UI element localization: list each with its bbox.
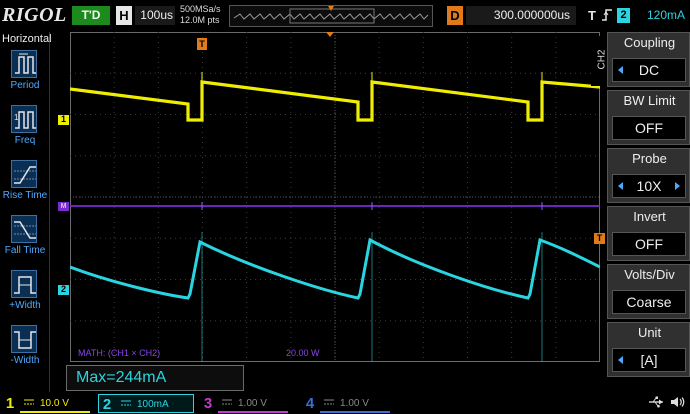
probe-menu-item[interactable]: Probe 10X [607, 148, 690, 203]
unit-value-text: [A] [640, 352, 658, 368]
horizontal-measure-menu: Horizontal Period 1 Freq Rise Time Fall … [0, 32, 52, 392]
math-offset-marker[interactable]: M [58, 202, 69, 211]
ch1-offset-marker[interactable]: 1 [58, 115, 69, 125]
ch2-offset-marker[interactable]: 2 [58, 285, 69, 295]
measure-freq-button[interactable]: 1 Freq [0, 105, 50, 160]
measure-positive-width-label: +Width [9, 300, 41, 311]
svg-text:1: 1 [14, 113, 19, 122]
trigger-level-marker[interactable]: T [594, 233, 605, 244]
usb-icon [649, 396, 663, 408]
measure-fall-time-button[interactable]: Fall Time [0, 215, 50, 270]
bw-limit-menu-item[interactable]: BW Limit OFF [607, 90, 690, 145]
channel-settings-menu: Coupling DC BW Limit OFF Probe 10X Inver… [607, 32, 690, 382]
trigger-source-badge[interactable]: 2 [617, 8, 630, 23]
unit-title: Unit [637, 325, 662, 340]
memory-overview-waveform [230, 6, 432, 26]
unit-value: [A] [612, 348, 686, 372]
measurement-readout[interactable]: Max=244mA [66, 365, 244, 391]
coupling-title: Coupling [623, 35, 676, 50]
measure-period-label: Period [10, 80, 40, 91]
arrow-left-icon [618, 356, 623, 364]
arrow-right-icon [675, 182, 680, 190]
trigger-level-value[interactable]: 120mA [635, 6, 685, 25]
invert-value-text: OFF [635, 236, 663, 252]
ch1-number: 1 [5, 395, 15, 412]
ch3-underline [218, 411, 288, 413]
trigger-key: T [588, 8, 596, 23]
math-scale-label: 20.00 W [286, 348, 320, 358]
ch1-scale: 10.0 V [40, 398, 69, 409]
probe-title: Probe [632, 151, 667, 166]
horizontal-offset-value[interactable]: 300.000000us [466, 6, 576, 25]
invert-value: OFF [612, 232, 686, 256]
ch4-number: 4 [305, 395, 315, 412]
measure-negative-width-button[interactable]: -Width [0, 325, 50, 380]
unit-menu-item[interactable]: Unit [A] [607, 322, 690, 377]
measure-negative-width-label: -Width [10, 355, 40, 366]
ch4-status[interactable]: 4 1.00 V [302, 394, 392, 413]
trigger-position-marker[interactable]: T [197, 38, 207, 50]
positive-width-icon [11, 270, 37, 298]
ch3-number: 3 [203, 395, 213, 412]
graticule [70, 32, 600, 362]
negative-width-icon [11, 325, 37, 353]
volts-div-title: Volts/Div [624, 267, 675, 282]
fall-time-icon [11, 215, 37, 243]
bw-limit-title: BW Limit [623, 93, 676, 108]
menu-title: Horizontal [2, 33, 52, 45]
memory-overview-bar[interactable] [229, 5, 433, 27]
volts-div-value: Coarse [612, 290, 686, 314]
invert-menu-item[interactable]: Invert OFF [607, 206, 690, 261]
channel-menu-tab: CH2 [591, 36, 608, 86]
volts-div-value-text: Coarse [626, 294, 672, 310]
ch2-scale: 100mA [137, 399, 169, 410]
invert-title: Invert [633, 209, 666, 224]
timebase-value[interactable]: 100us [135, 6, 175, 25]
brand-logo: RIGOL [2, 4, 67, 26]
ch3-scale: 1.00 V [238, 398, 267, 409]
acquisition-info: 500MSa/s 12.0M pts [180, 4, 221, 26]
period-icon [11, 50, 37, 78]
speaker-icon[interactable] [670, 395, 686, 409]
coupling-value-text: DC [638, 62, 660, 78]
ch1-status[interactable]: 1 10.0 V [2, 394, 92, 413]
bw-limit-value-text: OFF [635, 120, 663, 136]
probe-value-text: 10X [636, 178, 662, 194]
measure-rise-time-button[interactable]: Rise Time [0, 160, 50, 215]
top-status-bar: RIGOL T'D H 100us 500MSa/s 12.0M pts D 3… [0, 0, 690, 32]
math-expression-label: MATH: (CH1 × CH2) [78, 348, 161, 358]
sample-rate: 500MSa/s [180, 4, 221, 14]
waveform-display[interactable] [70, 32, 600, 362]
measure-fall-time-label: Fall Time [4, 245, 46, 256]
freq-icon: 1 [11, 105, 37, 133]
measure-positive-width-button[interactable]: +Width [0, 270, 50, 325]
probe-value: 10X [612, 174, 686, 198]
ch2-status[interactable]: 2 100mA [98, 394, 194, 413]
run-status-badge[interactable]: T'D [72, 6, 110, 25]
rise-time-icon [11, 160, 37, 188]
coupling-menu-item[interactable]: Coupling DC [607, 32, 690, 87]
ch4-scale: 1.00 V [340, 398, 369, 409]
rising-edge-icon [602, 9, 612, 21]
arrow-left-icon [618, 66, 623, 74]
ch4-underline [320, 411, 390, 413]
bw-limit-value: OFF [612, 116, 686, 140]
memory-depth: 12.0M pts [180, 15, 220, 25]
measure-period-button[interactable]: Period [0, 50, 50, 105]
measure-freq-label: Freq [14, 135, 36, 146]
delay-key: D [447, 6, 463, 25]
volts-div-menu-item[interactable]: Volts/Div Coarse [607, 264, 690, 319]
grid-lines [70, 32, 600, 362]
ch1-underline [20, 411, 90, 413]
timebase-key: H [116, 6, 132, 25]
measure-rise-time-label: Rise Time [2, 190, 48, 201]
ch3-status[interactable]: 3 1.00 V [200, 394, 290, 413]
coupling-value: DC [612, 58, 686, 82]
channel-status-bar: 1 10.0 V 2 100mA 3 1.00 V 4 1.00 V [0, 392, 690, 414]
ch2-number: 2 [102, 396, 112, 413]
channel-menu-tab-label: CH2 [596, 49, 608, 70]
arrow-left-icon [618, 182, 623, 190]
horizontal-center-marker [326, 32, 334, 37]
